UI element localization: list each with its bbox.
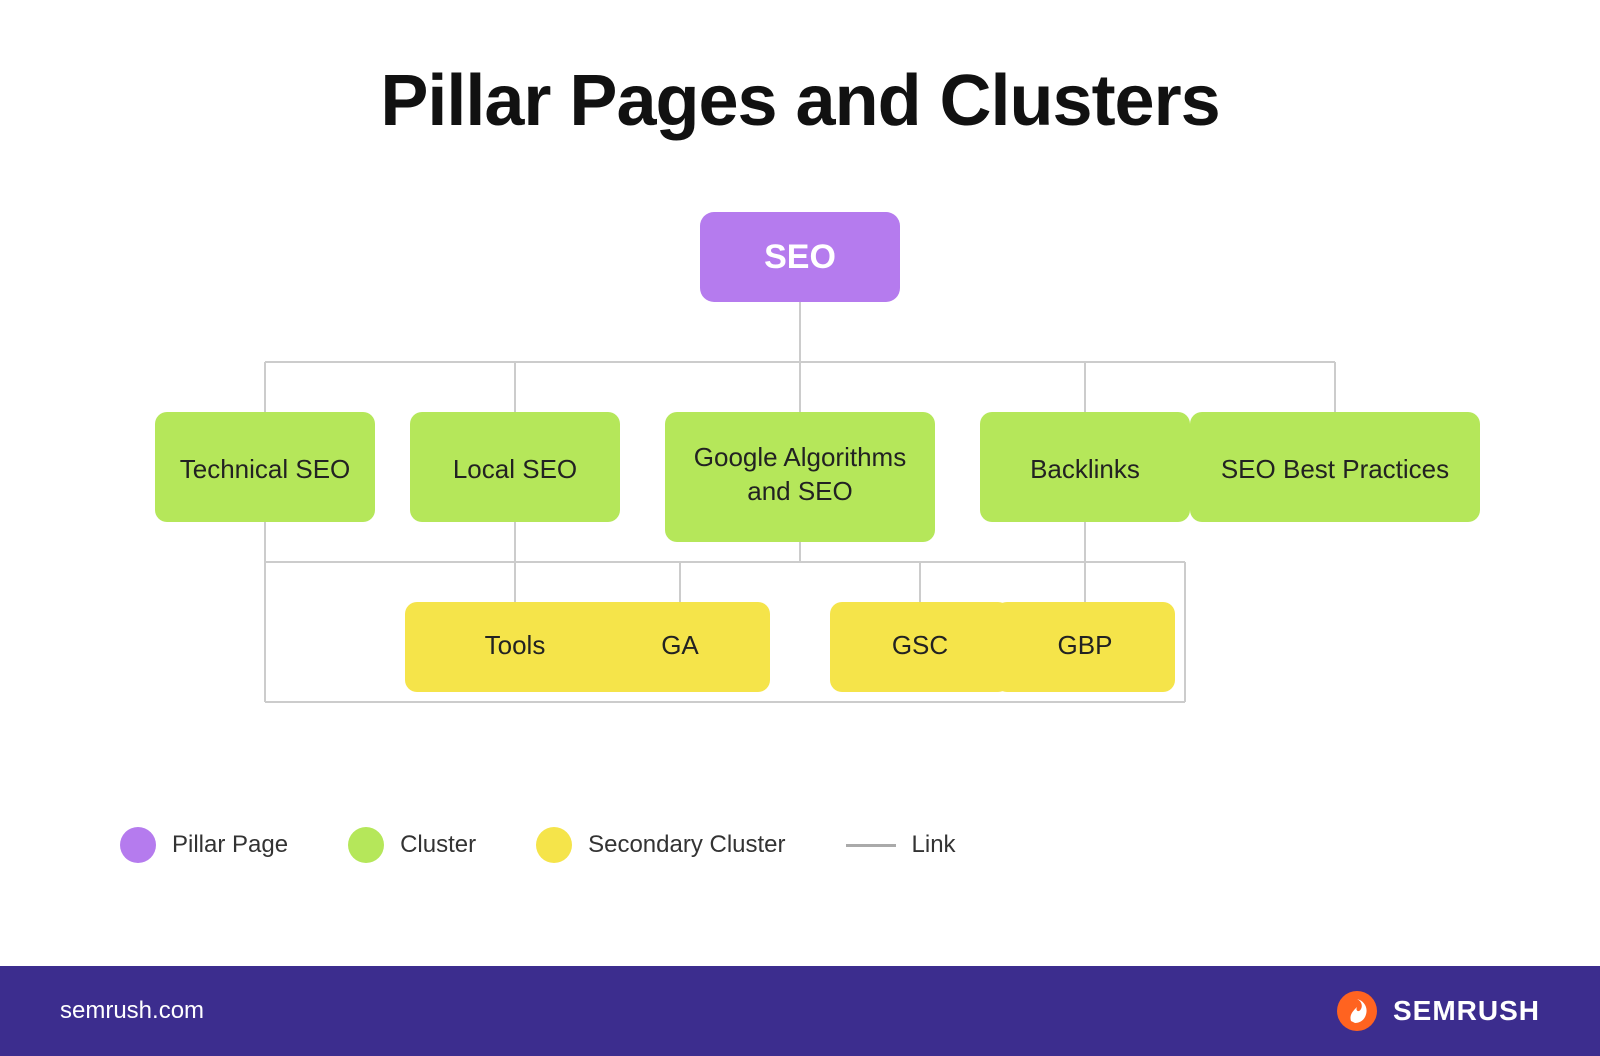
svg-text:SEO Best Practices: SEO Best Practices	[1221, 454, 1449, 484]
svg-text:GA: GA	[661, 630, 699, 660]
legend-secondary-cluster: Secondary Cluster	[536, 827, 785, 863]
legend-link: Link	[846, 831, 956, 859]
svg-text:Backlinks: Backlinks	[1030, 454, 1140, 484]
footer-brand: SEMRUSH	[1335, 989, 1540, 1033]
svg-text:Google Algorithms: Google Algorithms	[694, 442, 906, 472]
legend-secondary-label: Secondary Cluster	[588, 831, 785, 859]
cluster-dot	[348, 827, 384, 863]
legend-cluster: Cluster	[348, 827, 476, 863]
diagram-wrapper: SEO Technical SEO Local SEO Google Algor…	[100, 202, 1500, 767]
legend: Pillar Page Cluster Secondary Cluster Li…	[120, 827, 956, 863]
legend-link-label: Link	[912, 831, 956, 859]
pillar-page-dot	[120, 827, 156, 863]
svg-text:and SEO: and SEO	[747, 476, 853, 506]
semrush-logo-icon	[1335, 989, 1379, 1033]
footer-url: semrush.com	[60, 997, 204, 1025]
footer-brand-name: SEMRUSH	[1393, 995, 1540, 1027]
page-title: Pillar Pages and Clusters	[380, 60, 1219, 142]
legend-pillar-page: Pillar Page	[120, 827, 288, 863]
legend-pillar-label: Pillar Page	[172, 831, 288, 859]
svg-text:Tools: Tools	[485, 630, 546, 660]
main-content: Pillar Pages and Clusters SEO Technical …	[0, 0, 1600, 966]
svg-text:Technical SEO: Technical SEO	[180, 454, 351, 484]
svg-text:Local SEO: Local SEO	[453, 454, 577, 484]
link-line	[846, 844, 896, 847]
svg-text:GBP: GBP	[1058, 630, 1113, 660]
svg-text:SEO: SEO	[764, 238, 836, 276]
secondary-cluster-dot	[536, 827, 572, 863]
footer: semrush.com SEMRUSH	[0, 966, 1600, 1056]
svg-text:GSC: GSC	[892, 630, 948, 660]
legend-cluster-label: Cluster	[400, 831, 476, 859]
diagram-svg: SEO Technical SEO Local SEO Google Algor…	[100, 202, 1500, 762]
